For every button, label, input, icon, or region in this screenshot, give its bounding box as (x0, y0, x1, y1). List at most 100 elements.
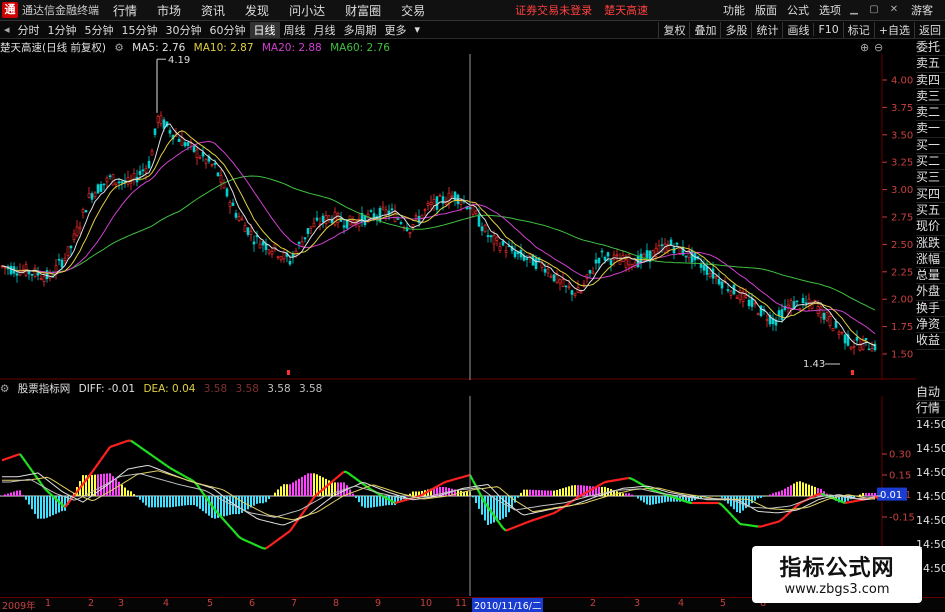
side-label[interactable]: 卖四 (916, 73, 945, 89)
maximize-icon[interactable]: ▢ (867, 4, 881, 16)
menu-shichang[interactable]: 市场 (157, 2, 181, 19)
shrink-icon[interactable]: ⊖ (874, 41, 883, 54)
side-label[interactable]: 买五 (916, 203, 945, 219)
side-label[interactable]: 委托 (916, 40, 945, 56)
menu-xuanxiang[interactable]: 选项 (819, 2, 841, 18)
tool-fanhui[interactable]: 返回 (914, 22, 945, 38)
period-1min[interactable]: 1分钟 (44, 22, 81, 38)
macd-bar (652, 496, 654, 505)
menu-hangqing[interactable]: 行情 (113, 2, 137, 19)
side-label[interactable]: 买二 (916, 154, 945, 170)
menu-gongneng[interactable]: 功能 (723, 2, 745, 18)
period-fenshi[interactable]: 分时 (14, 22, 44, 38)
watermark-badge: 指标公式网 www.zbgs3.com (752, 546, 922, 603)
tool-diejia[interactable]: 叠加 (689, 22, 720, 38)
period-monthly[interactable]: 月线 (310, 22, 340, 38)
diff-line-segment (251, 543, 254, 544)
candle-body (397, 219, 399, 220)
side-label[interactable]: 涨幅 (916, 252, 945, 268)
period-15min[interactable]: 15分钟 (118, 22, 162, 38)
diff-line-segment (281, 535, 284, 537)
side-label[interactable]: 买一 (916, 138, 945, 154)
login-alert[interactable]: 证券交易未登录 (515, 2, 592, 18)
period-daily[interactable]: 日线 (250, 22, 280, 38)
candle-body (196, 150, 198, 158)
candle-body (514, 252, 516, 257)
kline-chart[interactable]: 4.003.753.503.253.002.752.502.252.001.75… (0, 54, 916, 380)
macd-bar (28, 496, 30, 505)
side-label[interactable]: 卖一 (916, 121, 945, 137)
side-label[interactable]: 买四 (916, 187, 945, 203)
candle-body (217, 173, 219, 176)
menu-banmian[interactable]: 版面 (755, 2, 777, 18)
side-label[interactable]: 总量 (916, 268, 945, 284)
diff-line-segment (608, 481, 611, 482)
tool-huaxian[interactable]: 画线 (782, 22, 813, 38)
side-label[interactable]: 卖三 (916, 89, 945, 105)
diff-line-segment (221, 517, 224, 520)
side-label[interactable]: 买三 (916, 170, 945, 186)
side-hangqing[interactable]: 行情 (916, 401, 945, 417)
period-more[interactable]: 更多 (381, 22, 411, 38)
stock-name-alert[interactable]: 楚天高速 (604, 2, 648, 18)
side-auto[interactable]: 自动 (916, 385, 945, 401)
minimize-icon[interactable]: ▁ (847, 4, 861, 16)
macd-bar (238, 496, 240, 514)
macd-bar (808, 485, 810, 496)
macd-bar (775, 492, 777, 496)
macd-bar (514, 496, 516, 503)
period-multi[interactable]: 多周期 (340, 22, 381, 38)
side-label[interactable]: 现价 (916, 219, 945, 235)
menu-gongshi[interactable]: 公式 (787, 2, 809, 18)
back-arrow-icon[interactable]: ◂ (0, 23, 14, 36)
menu-wenxiaoda[interactable]: 问小达 (289, 2, 325, 19)
menu-jiaoyi[interactable]: 交易 (401, 2, 425, 19)
period-30min[interactable]: 30分钟 (162, 22, 206, 38)
close-icon[interactable]: ✕ (887, 4, 901, 16)
side-label[interactable]: 换手 (916, 301, 945, 317)
macd-bar (811, 486, 813, 496)
candle-body (745, 296, 747, 298)
period-weekly[interactable]: 周线 (280, 22, 310, 38)
side-label[interactable]: 涨跌 (916, 236, 945, 252)
diff-line-segment (119, 443, 122, 444)
macd-bar (541, 490, 543, 496)
diff-line-segment (419, 495, 422, 496)
tool-fuquan[interactable]: 复权 (658, 22, 689, 38)
macd-bar (100, 474, 102, 496)
diff-line-segment (728, 511, 731, 514)
menu-caifuquan[interactable]: 财富圈 (345, 2, 381, 19)
y-tick-label: 3.00 (891, 185, 913, 196)
tool-zixuan[interactable]: +自选 (874, 22, 914, 38)
macd-bar (154, 496, 156, 507)
ind-y-tick-label: -0.15 (889, 513, 915, 524)
side-label[interactable]: 卖二 (916, 105, 945, 121)
chevron-down-icon[interactable]: ▾ (411, 23, 425, 36)
user-label[interactable]: 游客 (911, 2, 933, 18)
expand-icon[interactable]: ⊕ (860, 41, 869, 54)
side-label[interactable]: 卖五 (916, 56, 945, 72)
diff-line-segment (599, 484, 602, 486)
tool-f10[interactable]: F10 (813, 23, 842, 36)
menu-zixun[interactable]: 资讯 (201, 2, 225, 19)
tool-biaoji[interactable]: 标记 (843, 22, 874, 38)
diff-line-segment (629, 478, 632, 479)
side-label[interactable]: 外盘 (916, 284, 945, 300)
menu-faxian[interactable]: 发现 (245, 2, 269, 19)
diff-line-segment (794, 506, 797, 509)
side-label[interactable]: 净资 (916, 317, 945, 333)
macd-bar (538, 490, 540, 496)
tool-duogu[interactable]: 多股 (720, 22, 751, 38)
period-60min[interactable]: 60分钟 (206, 22, 250, 38)
period-5min[interactable]: 5分钟 (81, 22, 118, 38)
settings-gear-icon[interactable]: ⚙ (114, 42, 123, 54)
macd-bar (274, 493, 276, 496)
candle-body (103, 184, 105, 185)
diff-line-segment (2, 459, 5, 460)
diff-line-segment (110, 446, 113, 447)
tool-tongji[interactable]: 统计 (751, 22, 782, 38)
side-label[interactable]: 收益 (916, 333, 945, 349)
settings-gear-icon[interactable]: ⚙ (0, 383, 9, 395)
candle-body (148, 161, 150, 168)
diff-line-segment (593, 487, 596, 489)
